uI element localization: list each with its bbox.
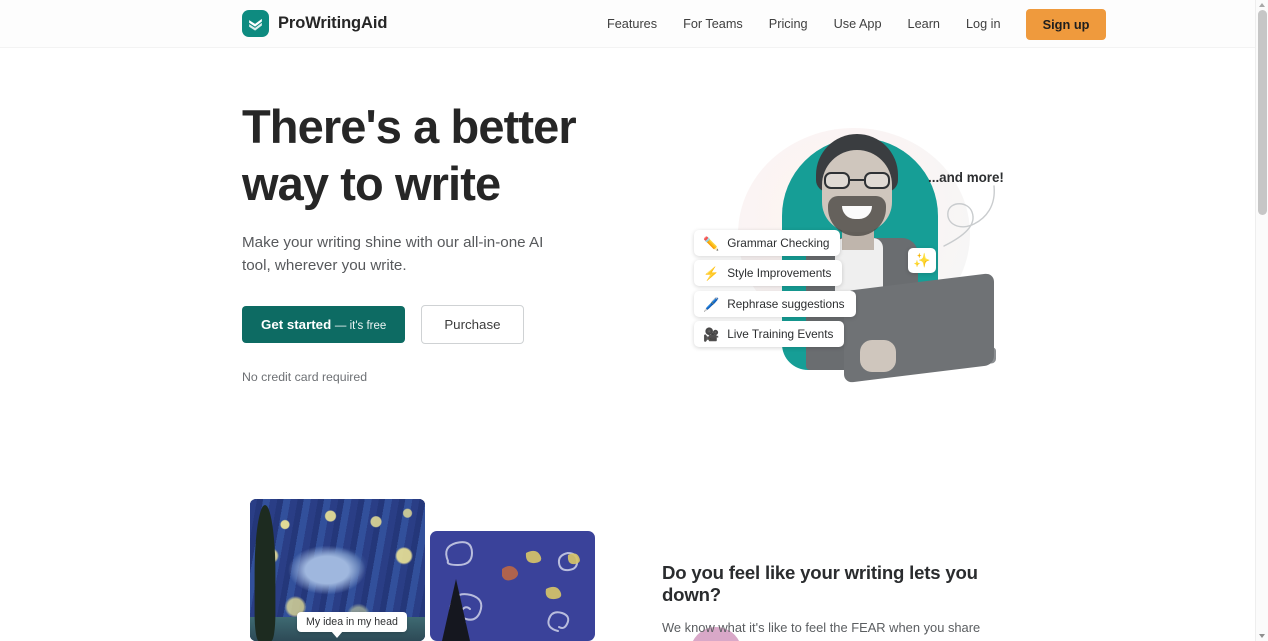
page-title: There's a better way to write [242, 98, 642, 212]
hero-illustration: ✏️ Grammar Checking ⚡ Style Improvements… [660, 108, 1020, 388]
get-started-button[interactable]: Get started — it's free [242, 306, 406, 343]
scroll-down-arrow-icon[interactable] [1259, 634, 1265, 638]
idea-caption-tooltip: My idea in my head [297, 612, 407, 638]
feature-pill-label: Rephrase suggestions [727, 297, 845, 311]
sparkle-icon: ✨ [913, 252, 931, 268]
hero-cta-group: Get started — it's free Purchase [242, 305, 642, 344]
nav-link-use-app[interactable]: Use App [821, 11, 895, 37]
scroll-up-arrow-icon[interactable] [1259, 3, 1265, 7]
book-check-icon [242, 10, 269, 37]
glasses-icon [824, 172, 890, 189]
doodle-cypress-tree [442, 579, 470, 641]
feature-pill-live-training-events: 🎥 Live Training Events [694, 321, 845, 347]
feature-pill-label: Live Training Events [727, 327, 834, 341]
feature-pill-style-improvements: ⚡ Style Improvements [694, 260, 843, 286]
brand-logo-link[interactable]: ProWritingAid [242, 10, 387, 37]
balloon-squiggle-icon [943, 185, 995, 247]
get-started-free-label: — it's free [334, 320, 387, 332]
lightning-icon: ⚡ [703, 265, 720, 281]
pen-icon: 🖊️ [703, 296, 720, 312]
hero-section: There's a better way to write Make your … [242, 98, 642, 384]
hero-title-line-2: way to write [242, 157, 501, 210]
scrollbar-thumb[interactable] [1258, 10, 1267, 215]
purchase-button[interactable]: Purchase [421, 305, 524, 344]
nav-link-learn[interactable]: Learn [895, 11, 953, 37]
sign-up-button[interactable]: Sign up [1025, 8, 1107, 40]
video-camera-icon: 🎥 [703, 326, 720, 342]
lower-section-paragraph: We know what it's like to feel the FEAR … [662, 620, 998, 641]
nav-link-features[interactable]: Features [598, 11, 670, 37]
get-started-label: Get started [261, 317, 332, 332]
feature-pill-label: Style Improvements [727, 266, 832, 280]
no-credit-card-note: No credit card required [242, 370, 368, 384]
feature-pill-rephrase-suggestions: 🖊️ Rephrase suggestions [694, 291, 856, 317]
main-nav: Features For Teams Pricing Use App Learn… [598, 0, 1107, 48]
and-more-annotation: ...and more! [928, 170, 1004, 185]
nav-link-for-teams[interactable]: For Teams [670, 11, 756, 37]
page-root: ProWritingAid Features For Teams Pricing… [0, 0, 1268, 641]
vertical-scrollbar[interactable] [1255, 0, 1268, 641]
lower-section-title: Do you feel like your writing lets you d… [662, 562, 978, 605]
feature-pill-grammar-checking: ✏️ Grammar Checking [694, 230, 841, 256]
crude-drawing-panel [430, 531, 595, 641]
feature-pill-label: Grammar Checking [727, 236, 830, 250]
hero-title-line-1: There's a better [242, 100, 577, 153]
painting-cypress-tree [254, 505, 276, 641]
brand-name: ProWritingAid [278, 14, 388, 32]
lower-text-block: Do you feel like your writing lets you d… [662, 562, 1012, 641]
site-header: ProWritingAid Features For Teams Pricing… [0, 0, 1256, 48]
person-hand [860, 340, 896, 372]
nav-link-pricing[interactable]: Pricing [756, 11, 821, 37]
nav-link-log-in[interactable]: Log in [953, 11, 1014, 37]
hero-subtitle: Make your writing shine with our all-in-… [242, 234, 544, 274]
pencil-icon: ✏️ [703, 235, 720, 251]
